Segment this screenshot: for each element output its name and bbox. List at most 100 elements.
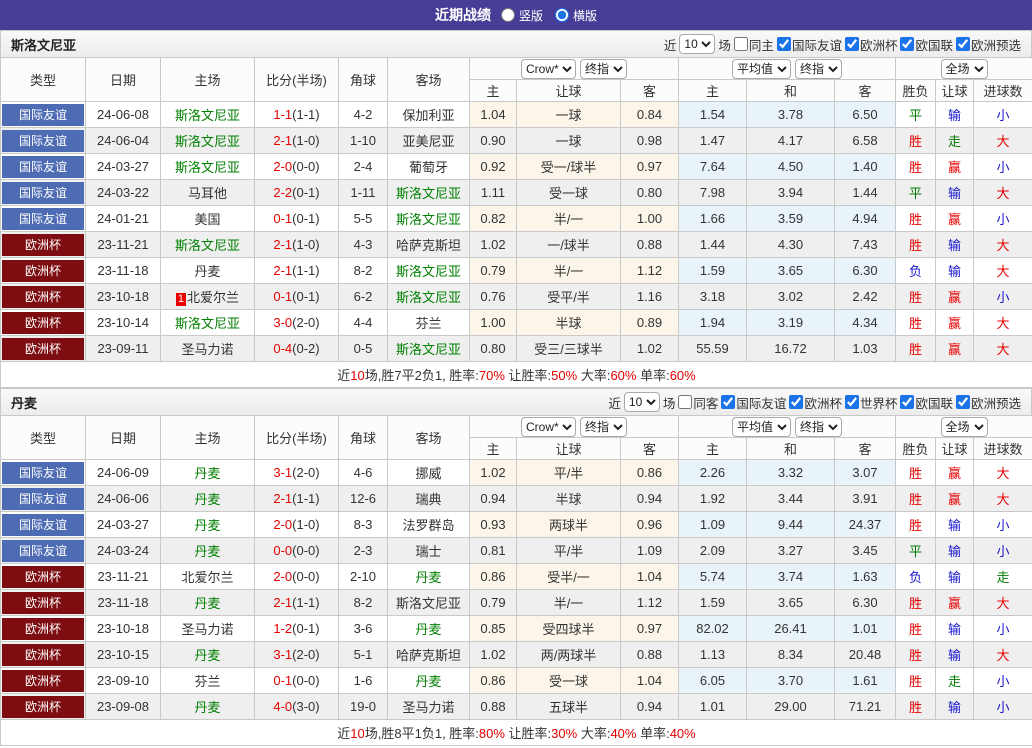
league-filter-option[interactable]: 欧国联 — [900, 35, 953, 54]
europe-odds-cell: 6.58 — [833, 127, 897, 154]
away-team-cell: 斯洛文尼亚 — [387, 283, 470, 310]
league-filter-option[interactable]: 国际友谊 — [776, 35, 842, 54]
sub-column-header: 胜负 — [895, 437, 937, 460]
result-cell: 胜 — [895, 335, 937, 362]
result-text: 平 — [909, 186, 923, 201]
league-badge: 国际友谊 — [2, 539, 84, 562]
summary-row: 近10场,胜7平2负1, 胜率:70% 让胜率:50% 大率:60% 单率:60… — [0, 361, 1032, 388]
handicap-odds-cell: 0.92 — [469, 153, 517, 180]
handicap-odds-cell: 0.76 — [469, 283, 517, 310]
same-venue-option[interactable]: 同主 — [733, 35, 774, 54]
europe-average-select[interactable]: 平均值 — [732, 58, 791, 79]
same-venue-option[interactable]: 同客 — [678, 393, 718, 412]
result-text: 赢 — [948, 316, 962, 331]
europe-stage-select[interactable]: 终指 — [795, 58, 842, 79]
league-filter-checkbox[interactable] — [844, 37, 859, 51]
halftime-score: (2-0) — [292, 647, 320, 662]
league-filter-checkbox[interactable] — [844, 395, 859, 409]
halftime-score: (0-0) — [292, 543, 320, 558]
team-name: 斯洛文尼亚 — [11, 37, 77, 53]
league-filter-option[interactable]: 欧洲杯 — [844, 35, 898, 54]
league-badge: 欧洲杯 — [2, 695, 84, 718]
orientation-option[interactable]: 横版 — [555, 7, 597, 24]
orientation-option[interactable]: 竖版 — [500, 7, 543, 24]
league-filter-label: 欧洲杯 — [859, 38, 898, 53]
result-cell: 胜 — [895, 615, 937, 642]
away-team-name: 斯洛文尼亚 — [395, 264, 461, 279]
away-team-cell: 哈萨克斯坦 — [387, 641, 470, 668]
league-type-cell: 国际友谊 — [0, 459, 86, 486]
result-text: 输 — [948, 700, 962, 715]
europe-odds-cell: 20.48 — [833, 641, 897, 668]
league-badge: 欧洲杯 — [2, 643, 84, 666]
home-team-cell: 马耳他 — [160, 179, 255, 206]
league-filter-checkbox[interactable] — [721, 395, 736, 409]
handicap-odds-cell: 1.12 — [620, 257, 679, 284]
orientation-radio[interactable] — [500, 8, 515, 22]
league-type-cell: 国际友谊 — [0, 205, 86, 232]
halftime-score: (0-1) — [292, 211, 320, 226]
same-venue-checkbox[interactable] — [733, 37, 748, 51]
fulltime-score: 3-1 — [273, 647, 293, 662]
away-team-name: 圣马力诺 — [402, 700, 455, 715]
halftime-score: (0-1) — [292, 289, 320, 304]
result-text: 大 — [996, 342, 1010, 357]
europe-average-select[interactable]: 平均值 — [732, 416, 791, 437]
league-filter-option[interactable]: 欧国联 — [900, 393, 953, 412]
recent-count-select[interactable]: 10 — [679, 34, 716, 54]
league-filter-checkbox[interactable] — [789, 395, 804, 409]
odds-company-select[interactable]: Crow* — [521, 416, 576, 437]
league-filter-option[interactable]: 欧洲杯 — [789, 393, 842, 412]
orientation-radio[interactable] — [555, 8, 569, 22]
odds-stage-select[interactable]: 终指 — [580, 58, 627, 79]
league-badge: 欧洲杯 — [2, 311, 84, 334]
league-filter-option[interactable]: 欧洲预选 — [955, 393, 1021, 412]
league-type-cell: 国际友谊 — [0, 101, 86, 128]
league-filter-checkbox[interactable] — [955, 395, 970, 409]
handicap-odds-cell: 0.96 — [620, 511, 679, 538]
odds-company-select[interactable]: Crow* — [521, 58, 576, 79]
league-filter-option[interactable]: 世界杯 — [844, 393, 897, 412]
league-filter-option[interactable]: 欧洲预选 — [955, 35, 1021, 54]
result-cell: 胜 — [895, 153, 937, 180]
league-filter-label: 国际友谊 — [791, 38, 842, 53]
league-badge: 国际友谊 — [2, 207, 84, 230]
match-row: 国际友谊 24-03-24 丹麦 0-0(0-0) 2-3 瑞士 0.81 平/半 1.09 2.… — [0, 537, 1032, 564]
europe-odds-cell: 8.34 — [746, 641, 835, 668]
handicap-odds-cell: 受一球 — [516, 179, 621, 206]
league-filter-option[interactable]: 国际友谊 — [721, 393, 786, 412]
league-filter-label: 欧洲预选 — [970, 396, 1021, 411]
fulltime-score: 2-1 — [273, 595, 293, 610]
result-cell: 负 — [895, 257, 937, 284]
europe-odds-cell: 3.65 — [746, 589, 835, 616]
europe-odds-cell: 1.59 — [678, 257, 747, 284]
halftime-score: (1-0) — [292, 517, 320, 532]
match-row: 欧洲杯 23-11-21 北爱尔兰 2-0(0-0) 2-10 丹麦 0.86 受半/一 1.0… — [0, 563, 1032, 590]
result-text: 小 — [996, 700, 1010, 715]
result-text: 小 — [996, 108, 1010, 123]
corner-cell: 2-3 — [338, 537, 388, 564]
summary-cell: 近10场,胜7平2负1, 胜率:70% 让胜率:50% 大率:60% 单率:60… — [0, 361, 1032, 388]
score-cell: 3-1(2-0) — [254, 641, 339, 668]
match-row: 国际友谊 24-03-27 丹麦 2-0(1-0) 8-3 法罗群岛 0.93 两球半 0.96… — [0, 511, 1032, 538]
odds-stage-select[interactable]: 终指 — [580, 416, 627, 437]
europe-odds-cell: 3.94 — [746, 179, 835, 206]
result-cell: 大 — [973, 179, 1032, 206]
scope-select[interactable]: 全场 — [940, 58, 988, 79]
league-filter-checkbox[interactable] — [900, 395, 915, 409]
europe-odds-cell: 5.74 — [678, 563, 747, 590]
sub-column-header: 和 — [746, 79, 835, 102]
same-venue-checkbox[interactable] — [678, 395, 693, 409]
scope-select[interactable]: 全场 — [940, 416, 988, 437]
europe-stage-select[interactable]: 终指 — [795, 416, 842, 437]
summary-segment: 80% — [478, 726, 505, 741]
league-filter-checkbox[interactable] — [776, 37, 791, 51]
europe-odds-cell: 3.44 — [746, 485, 835, 512]
recent-count-select[interactable]: 10 — [623, 392, 660, 412]
home-team-cell: 丹麦 — [160, 485, 255, 512]
summary-segment: 60% — [669, 368, 696, 383]
handicap-odds-cell: 受三/三球半 — [516, 335, 621, 362]
fulltime-score: 0-1 — [273, 211, 293, 226]
league-filter-checkbox[interactable] — [955, 37, 970, 51]
league-filter-checkbox[interactable] — [900, 37, 915, 51]
